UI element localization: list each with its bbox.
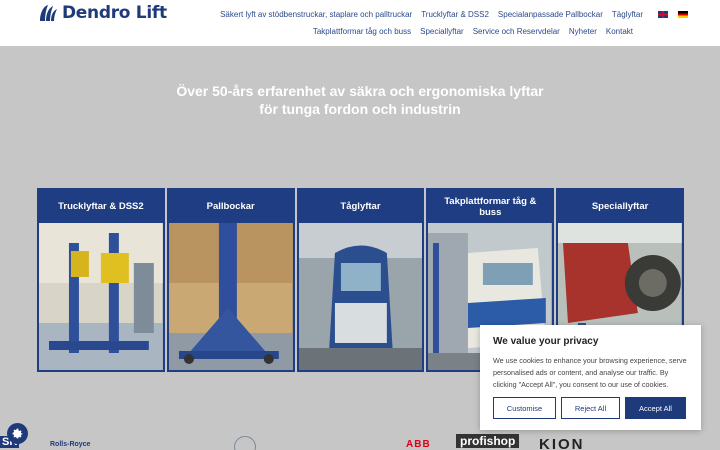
de-flag-icon[interactable]	[678, 11, 688, 18]
card-title: Speciallyftar	[591, 201, 649, 212]
card-pallbockar[interactable]: Pallbockar	[166, 188, 295, 372]
cookie-title: We value your privacy	[493, 336, 599, 347]
hero-title: Över 50-års erfarenhet av säkra och ergo…	[0, 82, 720, 118]
partner-logo-rolls-royce: Rolls-Royce	[50, 441, 91, 448]
language-switcher	[658, 11, 688, 18]
nav-takplattformar[interactable]: Takplattformar tåg och buss	[313, 27, 411, 36]
nav-safe-lift[interactable]: Säkert lyft av stödbenstruckar, staplare…	[220, 10, 412, 19]
truck-lift-image	[39, 223, 163, 370]
cookie-consent-banner: We value your privacy We use cookies to …	[480, 325, 701, 430]
cookie-text: We use cookies to enhance your browsing …	[493, 356, 687, 389]
card-trucklyftar[interactable]: Trucklyftar & DSS2	[37, 188, 165, 372]
partner-logo-profishop: profishop	[456, 434, 520, 448]
card-taglyftar[interactable]: Tåglyftar	[296, 188, 425, 372]
card-title: Tåglyftar	[340, 201, 381, 212]
uk-flag-icon[interactable]	[658, 11, 668, 18]
cookie-buttons: Customise Reject All Accept All	[493, 397, 686, 419]
partner-logo-kion: KION	[539, 436, 585, 450]
customise-button[interactable]: Customise	[493, 397, 556, 419]
hero-line-1: Över 50-års erfarenhet av säkra och ergo…	[176, 83, 544, 99]
cookie-settings-button[interactable]	[7, 423, 28, 444]
logo-text: Dendro Lift	[62, 3, 167, 23]
partner-logos: SK Rolls-Royce ABB profishop KION	[0, 430, 720, 450]
dendro-leaf-icon	[40, 5, 57, 21]
site-logo[interactable]: Dendro Lift	[38, 3, 167, 23]
partner-logo-abb: ABB	[406, 439, 431, 450]
reject-all-button[interactable]: Reject All	[561, 397, 620, 419]
nav-speciallyftar[interactable]: Speciallyftar	[420, 27, 464, 36]
site-header: Dendro Lift Säkert lyft av stödbenstruck…	[0, 0, 720, 46]
gear-icon	[12, 428, 23, 439]
nav-kontakt[interactable]: Kontakt	[606, 27, 633, 36]
pallet-stand-image	[168, 223, 293, 370]
nav-taglyftar[interactable]: Täglyftar	[612, 10, 643, 19]
main-nav-row-1: Säkert lyft av stödbenstruckar, staplare…	[211, 10, 688, 19]
hero-line-2: för tunga fordon och industrin	[259, 101, 461, 117]
card-title: Trucklyftar & DSS2	[58, 201, 144, 212]
partner-logo-circle	[234, 436, 256, 450]
nav-nyheter[interactable]: Nyheter	[569, 27, 597, 36]
card-title: Pallbockar	[206, 201, 255, 212]
nav-pallbockar[interactable]: Specialanpassade Pallbockar	[498, 10, 603, 19]
nav-trucklyftar[interactable]: Trucklyftar & DSS2	[421, 10, 489, 19]
main-nav-row-2: Takplattformar tåg och buss Speciallyfta…	[313, 27, 633, 36]
nav-service[interactable]: Service och Reservdelar	[473, 27, 560, 36]
train-lift-image	[298, 223, 423, 370]
accept-all-button[interactable]: Accept All	[625, 397, 686, 419]
card-title: Takplattformar tåg & buss	[444, 195, 537, 218]
